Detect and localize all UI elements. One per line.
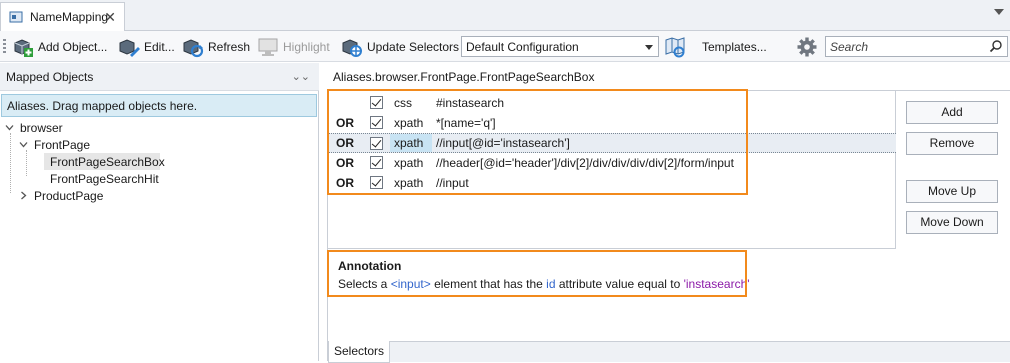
tree-node-browser[interactable]: browser: [4, 119, 63, 136]
annotation-text: Selects a <input> element that has the i…: [338, 277, 750, 291]
refresh-icon: [183, 38, 204, 57]
update-selectors-label: Update Selectors: [367, 39, 460, 54]
annotation-text-part: element that has the: [430, 277, 547, 291]
move-down-button[interactable]: Move Down: [906, 211, 998, 234]
selector-type[interactable]: css: [394, 96, 412, 110]
templates-label: Templates...: [702, 39, 767, 54]
add-button[interactable]: Add: [906, 101, 998, 124]
highlight-label: Highlight: [283, 39, 330, 54]
search-placeholder: Search: [830, 39, 869, 54]
collapse-panel-icon[interactable]: ⌄⌄: [292, 70, 310, 83]
expanded-arrow-icon[interactable]: [4, 123, 14, 133]
tree-node-frontpagesearchhit[interactable]: FrontPageSearchHit: [50, 170, 159, 187]
namemapping-icon: [9, 11, 23, 23]
selector-type[interactable]: xpath: [394, 156, 423, 170]
refresh-label: Refresh: [208, 39, 251, 54]
annotation-text-part: attribute value equal to: [555, 277, 684, 291]
document-tab-strip: NameMapping ✕: [0, 0, 1010, 31]
templates-button[interactable]: Templates...: [702, 35, 767, 58]
move-up-button[interactable]: Move Up: [906, 180, 998, 203]
selector-type[interactable]: xpath: [394, 116, 423, 130]
tree-node-frontpage[interactable]: FrontPage: [18, 136, 90, 153]
edit-button[interactable]: Edit...: [118, 35, 175, 58]
selector-row[interactable]: OR xpath //header[@id='header']/div[2]/d…: [328, 153, 896, 173]
selector-value[interactable]: *[name='q']: [436, 116, 496, 130]
selector-operator: OR: [336, 176, 354, 190]
close-icon[interactable]: ✕: [104, 9, 116, 26]
tab-list-dropdown-icon[interactable]: [994, 9, 1004, 15]
remove-button[interactable]: Remove: [906, 132, 998, 155]
collapsed-arrow-icon[interactable]: [18, 191, 28, 201]
configuration-select[interactable]: Default Configuration: [461, 36, 659, 57]
mapped-objects-header: Mapped Objects ⌄⌄: [0, 63, 319, 91]
search-input[interactable]: Search: [825, 36, 1008, 57]
settings-button[interactable]: [796, 35, 822, 58]
configurations-map-button[interactable]: [664, 35, 690, 58]
selector-row[interactable]: OR xpath //input: [328, 173, 896, 193]
selector-enabled-checkbox[interactable]: [370, 116, 383, 129]
annotation-text-part: Selects a: [338, 277, 391, 291]
selector-row[interactable]: css #instasearch: [328, 93, 896, 113]
mapped-objects-title: Mapped Objects: [6, 70, 94, 84]
selector-value[interactable]: //input[@id='instasearch']: [436, 136, 570, 150]
selector-actions: Add Remove Move Up Move Down: [896, 91, 1010, 341]
tree-node-label: FrontPageSearchHit: [50, 171, 159, 186]
toolbar: Add Object... Edit... Refresh Highlight: [0, 31, 1010, 62]
tree-connector: [10, 133, 11, 193]
annotation-value: 'instasearch': [683, 277, 750, 291]
selector-enabled-checkbox[interactable]: [370, 156, 383, 169]
annotation-panel: Annotation Selects a <input> element tha…: [328, 249, 896, 341]
map-refresh-icon: [665, 36, 685, 57]
highlight-button[interactable]: Highlight: [257, 35, 330, 58]
tree-node-label: ProductPage: [34, 188, 104, 203]
configuration-value: Default Configuration: [466, 39, 579, 54]
selectors-grid: css #instasearch OR xpath *[name='q'] OR…: [328, 91, 896, 249]
tree-node-label: FrontPageSearchBox: [50, 154, 165, 169]
add-object-label: Add Object...: [38, 39, 108, 54]
selector-row-current[interactable]: OR xpath //input[@id='instasearch']: [328, 133, 896, 153]
selector-operator: OR: [336, 156, 354, 170]
editor-tab-strip: Selectors: [328, 341, 1010, 363]
object-path: Aliases.browser.FrontPage.FrontPageSearc…: [333, 70, 595, 84]
highlight-icon: [258, 38, 278, 56]
refresh-button[interactable]: Refresh: [182, 35, 250, 58]
mapped-objects-panel: Mapped Objects ⌄⌄ Aliases. Drag mapped o…: [0, 63, 319, 361]
tab-title: NameMapping: [30, 10, 109, 24]
selectors-editor: css #instasearch OR xpath *[name='q'] OR…: [327, 90, 1010, 363]
selector-enabled-checkbox[interactable]: [370, 96, 383, 109]
selector-operator: OR: [336, 116, 354, 130]
edit-icon: [119, 38, 140, 57]
selector-enabled-checkbox[interactable]: [370, 176, 383, 189]
selector-row[interactable]: OR xpath *[name='q']: [328, 113, 896, 133]
search-icon[interactable]: [989, 39, 1003, 53]
selector-value[interactable]: #instasearch: [436, 96, 504, 110]
expanded-arrow-icon[interactable]: [18, 140, 28, 150]
selector-value[interactable]: //input: [436, 176, 469, 190]
annotation-title: Annotation: [338, 259, 402, 273]
add-object-icon: [14, 38, 33, 57]
annotation-attribute: id: [546, 277, 556, 291]
tree-node-label: browser: [20, 120, 63, 135]
aliases-drop-zone[interactable]: Aliases. Drag mapped objects here.: [1, 94, 317, 117]
tree-connector: [26, 150, 27, 176]
selector-type[interactable]: xpath: [394, 176, 423, 190]
selector-enabled-checkbox[interactable]: [370, 137, 383, 150]
chevron-down-icon: [645, 45, 653, 50]
tab-selectors[interactable]: Selectors: [328, 341, 390, 363]
toolbar-grip[interactable]: [3, 39, 6, 54]
selector-type[interactable]: xpath: [390, 134, 432, 152]
tree-node-productpage[interactable]: ProductPage: [18, 187, 103, 204]
add-object-button[interactable]: Add Object...: [12, 35, 107, 58]
edit-label: Edit...: [144, 39, 175, 54]
annotation-tag: <input>: [390, 277, 431, 291]
update-selectors-button[interactable]: Update Selectors: [341, 35, 459, 58]
update-selectors-icon: [342, 38, 362, 57]
tree-node-label: FrontPage: [34, 137, 91, 152]
tab-namemapping[interactable]: NameMapping ✕: [0, 2, 125, 31]
aliases-drop-hint: Aliases. Drag mapped objects here.: [7, 99, 198, 113]
selector-value[interactable]: //header[@id='header']/div[2]/div/div/di…: [436, 156, 734, 170]
selector-operator: OR: [336, 136, 354, 150]
gear-icon: [797, 37, 817, 56]
tree-node-frontpagesearchbox[interactable]: FrontPageSearchBox: [44, 153, 165, 170]
